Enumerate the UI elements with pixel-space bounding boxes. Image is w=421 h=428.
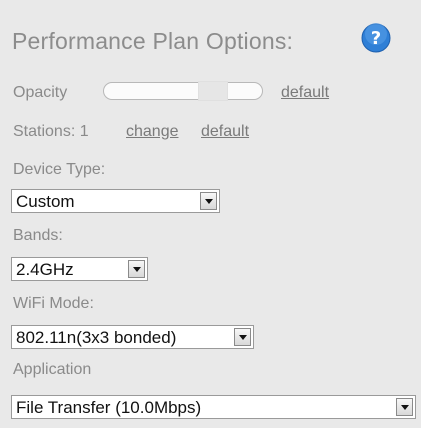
panel-title: Performance Plan Options:	[12, 28, 294, 54]
chevron-down-icon[interactable]	[234, 328, 251, 346]
svg-text:?: ?	[371, 28, 381, 49]
bands-label: Bands:	[13, 227, 63, 244]
stations-default-link[interactable]: default	[201, 123, 249, 141]
opacity-default-link[interactable]: default	[281, 84, 329, 102]
device-type-value: Custom	[16, 192, 75, 211]
stations-change-link[interactable]: change	[126, 123, 179, 141]
chevron-down-icon[interactable]	[128, 260, 145, 278]
wifi-mode-label: WiFi Mode:	[13, 295, 94, 312]
opacity-slider[interactable]	[103, 81, 263, 101]
chevron-down-icon[interactable]	[200, 192, 217, 210]
wifi-mode-value: 802.11n(3x3 bonded)	[16, 328, 177, 347]
stations-count-label: Stations: 1	[13, 123, 89, 140]
help-question-icon[interactable]: ?	[361, 23, 391, 53]
device-type-label: Device Type:	[13, 161, 106, 178]
chevron-down-icon[interactable]	[396, 398, 413, 416]
application-select[interactable]: File Transfer (10.0Mbps)	[11, 395, 416, 419]
performance-plan-panel: Performance Plan Options: ? Opacity defa…	[0, 0, 421, 428]
device-type-select[interactable]: Custom	[11, 189, 220, 213]
opacity-slider-thumb[interactable]	[198, 81, 228, 101]
bands-value: 2.4GHz	[16, 260, 74, 279]
application-label: Application	[13, 361, 92, 378]
opacity-label: Opacity	[13, 84, 68, 101]
wifi-mode-select[interactable]: 802.11n(3x3 bonded)	[11, 325, 254, 349]
bands-select[interactable]: 2.4GHz	[11, 257, 148, 281]
application-value: File Transfer (10.0Mbps)	[16, 398, 202, 417]
